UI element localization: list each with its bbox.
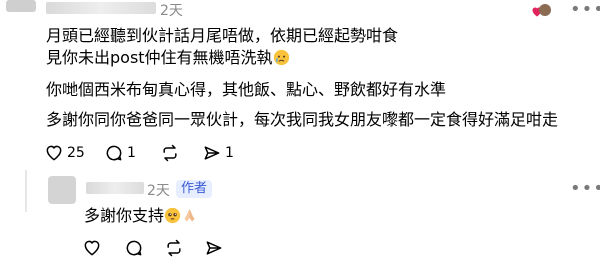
send-arrow-icon — [206, 241, 222, 255]
author-username[interactable] — [86, 182, 144, 194]
reply-comment-button[interactable] — [124, 238, 144, 258]
folded-hands-emoji-icon — [181, 207, 198, 229]
repost-arrows-icon — [167, 239, 181, 257]
share-count: 1 — [225, 145, 234, 161]
comment-line-3: 你哋個西米布甸真心得，其他飯、點心、野飲都好有水準 — [46, 80, 447, 99]
reply-time: 2天 — [147, 183, 170, 199]
pleading-face-emoji-icon — [164, 207, 181, 229]
speech-bubble-icon — [126, 240, 142, 256]
commenter-avatar[interactable] — [6, 0, 36, 12]
heart-outline-icon — [46, 145, 62, 161]
comment-line-1: 月頭已經聽到伙計話月尾唔做，依期已經起勢咁食 — [46, 26, 399, 45]
reply-repost-button[interactable] — [164, 238, 184, 258]
like-button[interactable]: 25 — [44, 143, 85, 163]
like-count: 25 — [67, 145, 85, 161]
comment-line-2: 見你未出post仲住有無機唔洗執 — [46, 48, 290, 71]
comment-time: 2天 — [160, 3, 183, 19]
thread-connector-line — [25, 170, 27, 212]
heart-outline-icon — [84, 240, 100, 256]
speech-bubble-icon — [106, 145, 122, 161]
reply-text: 多謝你支持 — [84, 206, 198, 229]
reply-more-button[interactable]: ••• — [570, 178, 600, 199]
author-badge: 作者 — [176, 180, 213, 198]
reply-share-button[interactable] — [204, 238, 224, 258]
crying-face-emoji-icon — [273, 49, 290, 71]
liked-by-author-indicator — [531, 4, 551, 18]
send-arrow-icon — [204, 146, 220, 160]
repost-button[interactable] — [160, 143, 180, 163]
reply-button[interactable]: 1 — [104, 143, 136, 163]
author-avatar[interactable] — [48, 176, 76, 204]
commenter-username[interactable] — [46, 2, 156, 14]
reply-count: 1 — [127, 145, 136, 161]
author-mini-avatar — [539, 4, 551, 16]
reply-like-button[interactable] — [82, 238, 102, 258]
comment-more-button[interactable]: ••• — [570, 0, 600, 20]
comment-line-4: 多謝你同你爸爸同一眾伙計，每次我同我女朋友嚟都一定食得好滿足咁走 — [46, 110, 559, 129]
repost-arrows-icon — [163, 144, 177, 162]
share-button[interactable]: 1 — [202, 143, 234, 163]
